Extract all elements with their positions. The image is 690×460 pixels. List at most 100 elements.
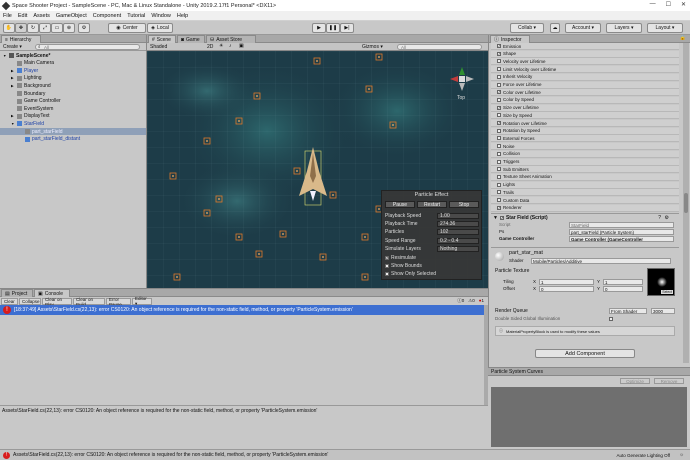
module-enabled-checkbox[interactable]: ✓ [497, 121, 501, 125]
curves-editor[interactable] [491, 387, 687, 447]
module-enabled-checkbox[interactable] [497, 74, 501, 79]
show-only-selected-checkbox[interactable] [385, 271, 389, 276]
texture-select-button[interactable]: Select [661, 290, 673, 294]
add-component-button[interactable]: Add Component [535, 349, 635, 358]
particle-module-row[interactable]: Noise [491, 143, 679, 151]
module-enabled-checkbox[interactable]: ✓ [497, 51, 501, 56]
inspector-scrollbar[interactable] [683, 43, 689, 363]
console-btn-clear-on-build[interactable]: Clear on Build [73, 297, 105, 307]
cloud-button[interactable]: ☁ [550, 23, 560, 33]
module-enabled-checkbox[interactable] [497, 67, 501, 72]
tab-hierarchy[interactable]: ≡ Hierarchy [1, 35, 41, 43]
2d-toggle[interactable]: 2D [207, 44, 213, 50]
module-enabled-checkbox[interactable] [497, 190, 501, 195]
console-btn-clear[interactable]: Clear [1, 298, 18, 305]
particle-module-row[interactable]: ✓ Rotation over Lifetime [491, 120, 679, 127]
particle-module-row[interactable]: ✓ Emission [491, 43, 679, 50]
menu-item-gameobject[interactable]: GameObject [56, 13, 87, 19]
scale-tool-button[interactable]: ⤢ [39, 23, 51, 33]
module-enabled-checkbox[interactable] [497, 59, 501, 64]
particle-module-row[interactable]: Size by Speed [491, 112, 679, 120]
info-count[interactable]: ⓘ0 [457, 298, 464, 304]
particle-module-row[interactable]: Velocity over Lifetime [491, 58, 679, 66]
particle-module-row[interactable]: ✓ Color over Lifetime [491, 89, 679, 97]
console-btn-editor[interactable]: Editor ▾ [132, 296, 152, 306]
rect-tool-button[interactable]: ▭ [51, 23, 63, 33]
particle-module-row[interactable]: Color by Speed [491, 96, 679, 104]
particle-effect-row-value[interactable]: 1.00 [437, 212, 479, 219]
tab-game[interactable]: ◙ Game [177, 35, 205, 43]
tiling-y-field[interactable]: 1 [603, 279, 643, 285]
game-controller-field[interactable]: Game Controller (GameController [569, 236, 674, 242]
pivot-center-button[interactable]: ◉ Center [108, 23, 146, 33]
particle-effect-row-value[interactable]: Nothing [437, 246, 479, 253]
foldout-arrow-icon[interactable]: ▼ [493, 215, 498, 221]
render-queue-source-dropdown[interactable]: From Shader [609, 308, 647, 314]
status-message[interactable]: Assets\StarField.cs(22,13): error CS0120… [13, 452, 328, 458]
pivot-local-button[interactable]: ◈ Local [147, 23, 173, 33]
collab-button[interactable]: Collab ▾ [510, 23, 544, 33]
module-enabled-checkbox[interactable] [497, 97, 501, 102]
module-enabled-checkbox[interactable] [497, 82, 501, 87]
hierarchy-item[interactable]: ▶ DisplayText [0, 113, 146, 120]
minimize-button[interactable]: — [650, 1, 656, 8]
console-btn-collapse[interactable]: Collapse [19, 298, 41, 305]
layout-button[interactable]: Layout ▾ [647, 23, 683, 33]
particle-module-row[interactable]: Force over Lifetime [491, 81, 679, 89]
console-log-row[interactable]: ! [18:37:49] Assets\StarField.cs(22,13):… [0, 305, 488, 315]
hierarchy-item[interactable]: ▶ Background [0, 82, 146, 89]
particle-effect-row-value[interactable]: 102 [437, 229, 479, 236]
auto-lighting-status[interactable]: Auto Generate Lighting Off [617, 453, 670, 458]
shader-dropdown[interactable]: Mobile/Particles/Additive [531, 258, 671, 264]
hierarchy-item[interactable]: part_starField_distant [0, 136, 146, 143]
hierarchy-item[interactable]: ▼ SampleScene* [0, 52, 146, 59]
hierarchy-item[interactable]: Main Camera [0, 60, 146, 67]
hierarchy-item[interactable]: ▶ Lighting [0, 75, 146, 82]
rotate-tool-button[interactable]: ↻ [27, 23, 39, 33]
menu-item-tutorial[interactable]: Tutorial [127, 13, 145, 19]
particle-module-row[interactable]: Sub Emitters [491, 166, 679, 174]
stop-effect-button[interactable]: Stop [449, 201, 479, 208]
render-queue-value-field[interactable]: 3000 [651, 308, 675, 314]
create-dropdown[interactable]: Create ▾ [3, 44, 22, 50]
tiling-x-field[interactable]: 1 [539, 279, 594, 285]
ps-field[interactable]: part_starField (Particle System) [569, 229, 674, 235]
particle-module-row[interactable]: Collision [491, 150, 679, 158]
console-divider[interactable] [0, 405, 488, 406]
particle-module-row[interactable]: Texture Sheet Animation [491, 173, 679, 181]
module-enabled-checkbox[interactable]: ✓ [497, 44, 501, 48]
hierarchy-item[interactable]: Boundary [0, 90, 146, 97]
script-component-header[interactable]: ▼ ✓ Star Field (Script) ? ⚙ [491, 213, 679, 221]
resimulate-toggle[interactable]: ✓ Resimulate [385, 254, 481, 261]
particle-module-row[interactable]: ✓ Size over Lifetime [491, 104, 679, 112]
hierarchy-item[interactable]: Game Controller [0, 98, 146, 105]
show-bounds-checkbox[interactable] [385, 263, 389, 268]
layers-button[interactable]: Layers ▾ [606, 23, 642, 33]
particle-module-row[interactable]: Rotation by Speed [491, 127, 679, 135]
maximize-button[interactable]: ☐ [666, 1, 671, 8]
lighting-toggle-icon[interactable]: ☀ [219, 43, 223, 49]
transform-tool-button[interactable]: ⊕ [63, 23, 75, 33]
remove-button[interactable]: Remove [654, 378, 684, 384]
module-enabled-checkbox[interactable] [497, 128, 501, 133]
particle-module-row[interactable]: Custom Data [491, 197, 679, 204]
menu-item-window[interactable]: Window [151, 13, 171, 19]
module-enabled-checkbox[interactable] [497, 167, 501, 172]
module-enabled-checkbox[interactable]: ✓ [497, 205, 501, 210]
offset-y-field[interactable]: 0 [603, 286, 643, 292]
particle-effect-row-value[interactable]: 274.36 [437, 220, 479, 227]
hierarchy-item[interactable]: EventSystem [0, 105, 146, 112]
tab-project[interactable]: ▤ Project [1, 289, 33, 297]
module-enabled-checkbox[interactable] [497, 198, 501, 202]
particle-effect-row-value[interactable]: 0.2 - 0.4 [437, 237, 479, 244]
hand-tool-button[interactable]: ✋ [3, 23, 15, 33]
particle-module-row[interactable]: Lights [491, 181, 679, 189]
show-only-selected-toggle[interactable]: Show Only Selected [385, 270, 481, 277]
menu-item-file[interactable]: File [3, 13, 12, 19]
menu-item-help[interactable]: Help [177, 13, 188, 19]
play-button[interactable]: ▶ [312, 23, 326, 33]
restart-effect-button[interactable]: Restart [417, 201, 447, 208]
tab-inspector[interactable]: ⓘ Inspector [490, 35, 530, 43]
move-tool-button[interactable]: ✥ [15, 23, 27, 33]
module-enabled-checkbox[interactable] [497, 151, 501, 156]
